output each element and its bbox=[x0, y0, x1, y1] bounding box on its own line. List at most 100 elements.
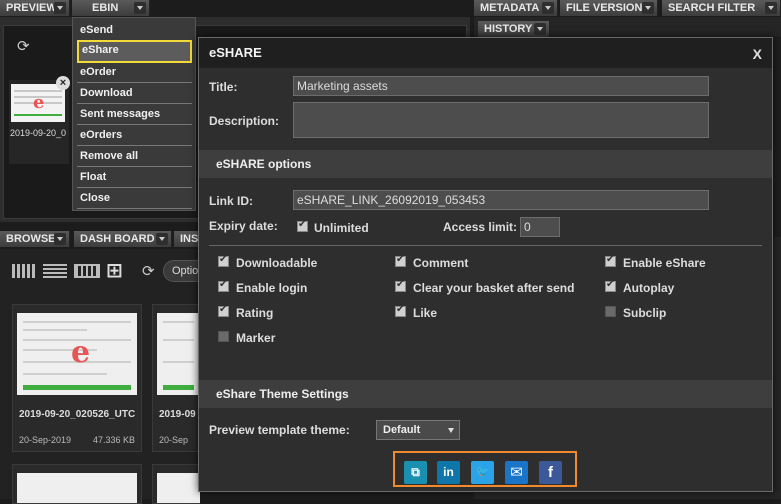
enable-eshare-checkbox[interactable] bbox=[605, 254, 616, 267]
tab-search-filter[interactable]: SEARCH FILTER bbox=[662, 0, 781, 16]
refresh-icon[interactable]: ⟳ bbox=[17, 37, 30, 55]
close-icon[interactable]: X bbox=[753, 46, 762, 62]
theme-settings-title: eShare Theme Settings bbox=[216, 387, 349, 401]
comment-checkbox[interactable] bbox=[395, 254, 406, 267]
ebin-menu: eSend eShare eOrder Download Sent messag… bbox=[72, 17, 196, 211]
asset-name: 2019-09-20_020526_UTC bbox=[19, 409, 136, 420]
tab-dashboard[interactable]: DASH BOARD bbox=[74, 231, 172, 247]
asset-size: 47.336 KB bbox=[92, 435, 135, 445]
marker-checkbox[interactable] bbox=[218, 331, 229, 342]
tab-ins[interactable]: INS bbox=[174, 231, 200, 247]
tab-ebin-label: EBIN bbox=[92, 2, 119, 14]
menu-item-download[interactable]: Download bbox=[77, 83, 192, 104]
downloadable-checkbox[interactable] bbox=[218, 254, 229, 267]
link-id-label: Link ID: bbox=[209, 194, 253, 208]
like-label: Like bbox=[413, 306, 438, 320]
menu-item-eorders[interactable]: eOrders bbox=[77, 125, 192, 146]
subclip-checkbox[interactable] bbox=[605, 306, 616, 317]
tab-dashboard-label: DASH BOARD bbox=[80, 233, 155, 245]
asset-date: 20-Sep bbox=[159, 435, 189, 445]
unlimited-label: Unlimited bbox=[314, 221, 369, 235]
enable-login-checkbox[interactable] bbox=[218, 279, 229, 292]
chevron-down-icon[interactable] bbox=[534, 23, 546, 35]
menu-item-close[interactable]: Close bbox=[77, 188, 192, 209]
divider bbox=[209, 245, 762, 246]
thumbnail-label: 2019-09-20_0 bbox=[10, 128, 67, 138]
menu-item-sent-messages[interactable]: Sent messages bbox=[77, 104, 192, 125]
asset-card[interactable]: e 2019-09-20_020526_UTC 20-Sep-2019 47.3… bbox=[12, 304, 142, 452]
rating-checkbox[interactable] bbox=[218, 304, 229, 317]
tab-ebin[interactable]: EBIN bbox=[72, 0, 150, 16]
chevron-down-icon[interactable] bbox=[642, 2, 654, 14]
eshare-options-title: eSHARE options bbox=[216, 157, 312, 171]
rating-label: Rating bbox=[236, 306, 274, 320]
tab-file-version[interactable]: FILE VERSION bbox=[560, 0, 658, 16]
comment-label: Comment bbox=[413, 256, 469, 270]
clear-basket-label: Clear your basket after send bbox=[413, 281, 575, 295]
tab-browse[interactable]: BROWSE bbox=[0, 231, 70, 247]
tab-ins-label: INS bbox=[180, 233, 199, 245]
menu-item-eorder[interactable]: eOrder bbox=[77, 62, 192, 83]
title-label: Title: bbox=[209, 80, 238, 94]
description-label: Description: bbox=[209, 114, 280, 128]
asset-thumbnail bbox=[157, 313, 200, 395]
options-button[interactable]: Optio bbox=[163, 260, 200, 282]
access-limit-input[interactable] bbox=[520, 217, 560, 237]
theme-select[interactable]: Default bbox=[376, 420, 460, 440]
e-logo-icon: e bbox=[71, 335, 91, 370]
chevron-down-icon[interactable] bbox=[765, 2, 777, 14]
unlimited-checkbox[interactable] bbox=[297, 219, 308, 232]
preview-thumbnail[interactable]: e 2019-09-20_0 bbox=[9, 80, 69, 164]
twitter-icon[interactable]: 🐦 bbox=[471, 461, 494, 484]
asset-card[interactable] bbox=[12, 464, 142, 504]
theme-settings-header: eShare Theme Settings bbox=[199, 380, 772, 408]
downloadable-label: Downloadable bbox=[236, 256, 318, 270]
tab-preview[interactable]: PREVIEW bbox=[0, 0, 70, 16]
chevron-down-icon[interactable] bbox=[54, 2, 66, 14]
enable-eshare-label: Enable eShare bbox=[623, 256, 706, 270]
autoplay-checkbox[interactable] bbox=[605, 279, 616, 292]
chevron-down-icon[interactable] bbox=[542, 2, 554, 14]
clear-basket-checkbox[interactable] bbox=[395, 279, 406, 292]
chevron-down-icon[interactable] bbox=[134, 2, 146, 14]
tab-search-filter-label: SEARCH FILTER bbox=[668, 2, 756, 14]
dialog-title: eSHARE bbox=[209, 45, 262, 60]
menu-item-eshare[interactable]: eShare bbox=[77, 40, 192, 63]
linkedin-icon[interactable]: in bbox=[437, 461, 460, 484]
copy-icon[interactable]: ⧉ bbox=[404, 461, 427, 484]
share-buttons-group: ⧉ in 🐦 ✉ f bbox=[393, 451, 577, 487]
tab-browse-label: BROWSE bbox=[6, 233, 56, 245]
asset-card[interactable]: 2019-09 20-Sep bbox=[152, 304, 200, 452]
e-logo-icon: e bbox=[33, 92, 45, 113]
expiry-date-label: Expiry date: bbox=[209, 219, 278, 233]
chevron-down-icon[interactable] bbox=[54, 233, 66, 245]
marker-label: Marker bbox=[236, 331, 276, 345]
menu-item-float[interactable]: Float bbox=[77, 167, 192, 188]
chevron-down-icon[interactable] bbox=[156, 233, 168, 245]
tab-file-version-label: FILE VERSION bbox=[566, 2, 643, 14]
description-input[interactable] bbox=[293, 102, 709, 138]
subclip-label: Subclip bbox=[623, 306, 667, 320]
eshare-options-header: eSHARE options bbox=[199, 150, 772, 178]
thumbnail-image: e bbox=[11, 84, 65, 122]
title-input[interactable] bbox=[293, 76, 709, 96]
grid-view-icon[interactable] bbox=[12, 264, 36, 278]
asset-thumbnail: e bbox=[17, 313, 137, 395]
tab-history-label: HISTORY bbox=[484, 23, 533, 35]
close-icon[interactable]: × bbox=[56, 76, 70, 90]
like-checkbox[interactable] bbox=[395, 304, 406, 317]
menu-item-esend[interactable]: eSend bbox=[77, 20, 192, 41]
add-icon[interactable]: ⊞ bbox=[106, 258, 123, 283]
list-view-icon[interactable] bbox=[43, 264, 67, 278]
refresh-icon[interactable]: ⟳ bbox=[142, 262, 155, 280]
tab-history[interactable]: HISTORY bbox=[478, 21, 550, 37]
tab-metadata-label: METADATA bbox=[480, 2, 540, 14]
link-id-field[interactable] bbox=[293, 190, 709, 210]
tab-metadata[interactable]: METADATA bbox=[474, 0, 558, 16]
menu-item-remove-all[interactable]: Remove all bbox=[77, 146, 192, 167]
filmstrip-view-icon[interactable] bbox=[74, 264, 100, 278]
email-icon[interactable]: ✉ bbox=[505, 461, 528, 484]
asset-card[interactable] bbox=[152, 464, 200, 504]
facebook-icon[interactable]: f bbox=[539, 461, 562, 484]
asset-date: 20-Sep-2019 bbox=[19, 435, 72, 445]
